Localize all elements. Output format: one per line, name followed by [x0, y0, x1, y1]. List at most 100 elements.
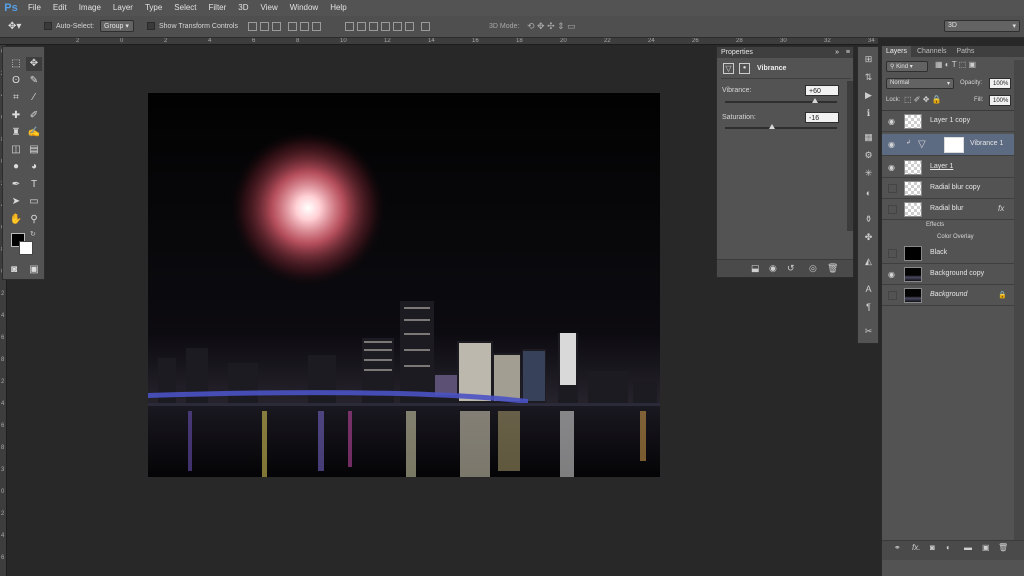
layer-row-background-copy[interactable]: ◉ Background copy — [882, 264, 1014, 285]
properties-scrollbar[interactable] — [847, 81, 853, 231]
move-tool-icon[interactable]: ✥▾ — [8, 21, 21, 32]
eraser-tool-icon[interactable]: ◫ — [8, 143, 24, 157]
blend-mode-dropdown[interactable]: Normal ▾ — [886, 78, 954, 89]
stamp-tool-icon[interactable]: ♜ — [8, 126, 24, 140]
menu-layer[interactable]: Layer — [107, 0, 139, 16]
clone-source-icon[interactable]: ✤ — [861, 231, 876, 244]
tab-layers[interactable]: Layers — [882, 46, 912, 57]
filter-kind-dropdown[interactable]: ⚲ Kind ▾ — [886, 61, 928, 72]
menu-file[interactable]: File — [22, 0, 47, 16]
visibility-icon[interactable]: ◎ — [809, 263, 817, 274]
fill-input[interactable]: 100% — [989, 95, 1011, 106]
adjustments-icon[interactable]: ⚙ — [861, 149, 876, 162]
eye-icon[interactable]: ◉ — [888, 140, 897, 149]
character-icon[interactable]: A — [861, 283, 876, 296]
marquee-tool-icon[interactable]: ⬚ — [8, 57, 24, 71]
align-center-icon[interactable] — [300, 22, 309, 31]
hidden-eye-box[interactable] — [888, 291, 897, 300]
distribute-middle-icon[interactable] — [357, 22, 366, 31]
add-style-icon[interactable]: fx. — [912, 543, 920, 552]
saturation-input[interactable]: -16 — [805, 112, 839, 123]
brush-tool-icon[interactable]: ✐ — [26, 109, 42, 123]
lasso-tool-icon[interactable]: ʘ — [8, 74, 24, 88]
opacity-input[interactable]: 100% — [989, 78, 1011, 89]
play-actions-icon[interactable]: ▶ — [861, 89, 876, 102]
align-right-icon[interactable] — [312, 22, 321, 31]
navigator-icon[interactable]: ⇅ — [861, 71, 876, 84]
zoom-tool-icon[interactable]: ⚲ — [26, 213, 42, 227]
align-buttons[interactable] — [248, 22, 324, 31]
align-bottom-icon[interactable] — [272, 22, 281, 31]
add-mask-icon[interactable]: ◙ — [930, 543, 935, 552]
menu-type[interactable]: Type — [139, 0, 168, 16]
swatches-icon[interactable]: ◐ — [861, 187, 876, 200]
3d-mode-icons[interactable]: ⟲ ✥ ✣ ⇕ ▭ — [527, 21, 576, 32]
layer-row-layer1-copy[interactable]: ◉ Layer 1 copy — [882, 111, 1014, 132]
vibrance-input[interactable]: +60 — [805, 85, 839, 96]
move-tool-icon[interactable]: ✥ — [26, 57, 42, 71]
menu-view[interactable]: View — [255, 0, 284, 16]
quick-mask-icon[interactable]: ◙ — [6, 263, 22, 277]
distribute-buttons[interactable] — [345, 22, 433, 31]
menu-select[interactable]: Select — [168, 0, 202, 16]
layer-row-layer1[interactable]: ◉ Layer 1 — [882, 157, 1014, 178]
blur-tool-icon[interactable]: ● — [8, 160, 24, 174]
delete-layer-icon[interactable]: 🗑 — [998, 543, 1008, 552]
lock-icons[interactable]: ⬚ ✐ ✥ 🔒 — [904, 95, 942, 104]
workspace-dropdown[interactable]: 3D ▾ — [944, 20, 1020, 32]
crop-tool-icon[interactable]: ⌗ — [8, 91, 24, 105]
reset-icon[interactable]: ↺ — [787, 263, 795, 274]
menu-3d[interactable]: 3D — [232, 0, 254, 16]
hidden-eye-box[interactable] — [888, 205, 897, 214]
vibrance-slider-thumb[interactable] — [811, 98, 818, 103]
tools-preset-icon[interactable]: ✂ — [861, 325, 876, 338]
path-select-icon[interactable]: ➤ — [8, 195, 24, 209]
delete-adjustment-icon[interactable]: 🗑 — [827, 263, 838, 274]
tab-channels[interactable]: Channels — [913, 46, 951, 57]
dodge-tool-icon[interactable]: ◕ — [26, 160, 42, 174]
auto-select-checkbox[interactable] — [44, 22, 52, 30]
new-layer-icon[interactable]: ▣ — [982, 543, 990, 552]
saturation-slider-thumb[interactable] — [769, 124, 776, 129]
info-icon[interactable]: ℹ — [861, 107, 876, 120]
background-color-swatch[interactable] — [19, 241, 33, 255]
menu-image[interactable]: Image — [73, 0, 107, 16]
menu-filter[interactable]: Filter — [203, 0, 233, 16]
gradient-tool-icon[interactable]: ▤ — [26, 143, 42, 157]
layer-mask-thumbnail[interactable] — [944, 137, 964, 153]
image-panel-icon[interactable]: ▦ — [861, 131, 876, 144]
clip-to-layer-icon[interactable]: ⬓ — [751, 263, 760, 274]
menu-help[interactable]: Help — [324, 0, 352, 16]
swap-colors-icon[interactable]: ↻ — [30, 230, 36, 238]
brush-panel-icon[interactable]: ⚱ — [861, 213, 876, 226]
pen-tool-icon[interactable]: ✒ — [8, 178, 24, 192]
eye-icon[interactable]: ◉ — [888, 117, 897, 126]
distribute-center-icon[interactable] — [393, 22, 402, 31]
link-layers-icon[interactable]: ⚭ — [894, 543, 901, 552]
layer-row-radial-blur-copy[interactable]: Radial blur copy — [882, 178, 1014, 199]
auto-select-dropdown[interactable]: Group ▾ — [100, 20, 134, 32]
layers-scrollbar[interactable] — [1014, 60, 1024, 560]
hidden-eye-box[interactable] — [888, 184, 897, 193]
layer-row-radial-blur[interactable]: Radial blur fx — [882, 199, 1014, 220]
screen-mode-icon[interactable]: ▣ — [26, 263, 42, 277]
new-group-icon[interactable]: ▬ — [964, 543, 972, 552]
healing-tool-icon[interactable]: ✚ — [8, 109, 24, 123]
panel-menu-icon[interactable]: ≡ — [846, 47, 850, 58]
history-brush-icon[interactable]: ✍ — [26, 126, 42, 140]
align-left-icon[interactable] — [288, 22, 297, 31]
show-transform-checkbox[interactable] — [147, 22, 155, 30]
shape-tool-icon[interactable]: ▭ — [26, 195, 42, 209]
quick-select-tool-icon[interactable]: ✎ — [26, 74, 42, 88]
fx-icon[interactable]: fx — [998, 204, 1004, 213]
distribute-top-icon[interactable] — [345, 22, 354, 31]
filter-icons[interactable]: ▦ ◐ T ⬚ ▣ — [935, 60, 976, 69]
collapse-icon[interactable]: » — [835, 47, 839, 58]
tab-paths[interactable]: Paths — [953, 46, 979, 57]
eye-icon[interactable]: ◉ — [888, 270, 897, 279]
layer-row-black[interactable]: Black — [882, 243, 1014, 264]
document-canvas[interactable] — [148, 93, 660, 477]
hand-tool-icon[interactable]: ✋ — [8, 213, 24, 227]
layer-mask-icon[interactable]: ● — [739, 63, 750, 74]
distribute-right-icon[interactable] — [405, 22, 414, 31]
